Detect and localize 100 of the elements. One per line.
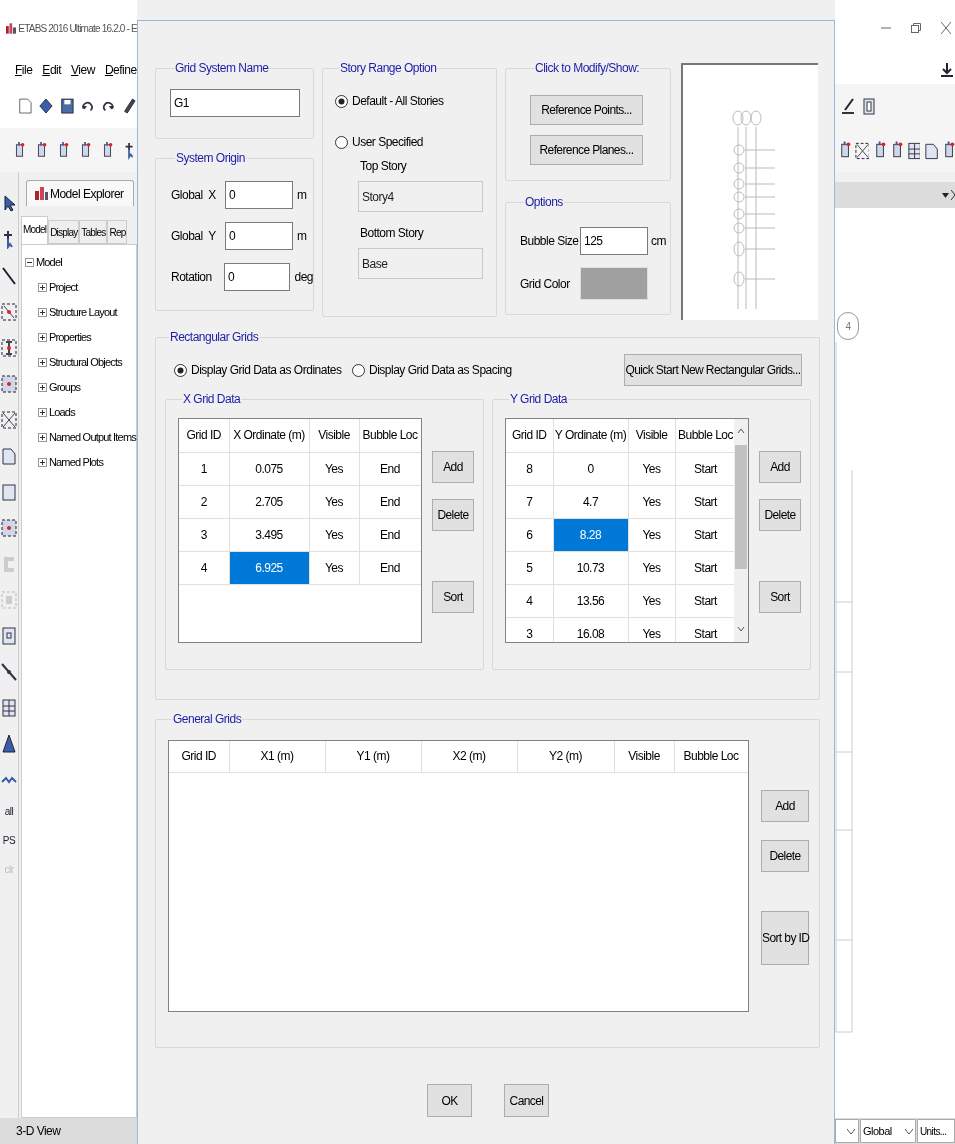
button[interactable]: Delete [432, 499, 474, 531]
menu-item[interactable]: Define [104, 61, 137, 79]
tree-item[interactable]: Structure Layout [48, 304, 117, 321]
table-cell[interactable]: 8.28 [553, 518, 628, 551]
text-field[interactable]: 0 [225, 181, 293, 209]
radio-icon[interactable] [352, 363, 365, 377]
table-cell[interactable]: 4 [179, 551, 229, 584]
dashed-frame-icon[interactable] [0, 338, 18, 357]
button[interactable]: Reference Planes... [530, 135, 643, 165]
button[interactable]: Sort [759, 581, 801, 613]
table-cell[interactable]: 5 [506, 551, 553, 584]
expand-icon[interactable] [37, 383, 47, 392]
table-cell[interactable]: 1 [179, 452, 229, 485]
dashed-frame-icon[interactable] [0, 302, 18, 321]
button[interactable]: Reference Points... [530, 95, 643, 125]
radio-icon[interactable] [335, 135, 348, 149]
column-header[interactable]: Visible [614, 741, 674, 772]
column-header[interactable]: Grid ID [169, 741, 229, 772]
expand-icon[interactable] [37, 333, 47, 342]
table-cell[interactable]: Yes [628, 584, 675, 617]
slab-icon[interactable] [0, 446, 18, 465]
table-cell[interactable]: Yes [309, 485, 359, 518]
rectangle-icon[interactable] [0, 482, 18, 501]
grid-icon[interactable] [906, 140, 921, 160]
column-header[interactable]: Visible [628, 419, 675, 452]
expand-icon[interactable] [37, 458, 47, 467]
explorer-tab[interactable]: Model Explorer [25, 180, 134, 206]
column-icon[interactable] [860, 96, 877, 116]
table-cell[interactable]: 2.705 [229, 485, 309, 518]
table-cell[interactable]: Yes [628, 617, 675, 642]
collapse-icon[interactable] [24, 258, 34, 267]
scrollbar[interactable] [734, 419, 748, 642]
table-cell[interactable]: 3 [506, 617, 553, 642]
table-cell[interactable]: 13.56 [553, 584, 628, 617]
table-cell[interactable]: 0.075 [229, 452, 309, 485]
text-field[interactable]: 0 [225, 222, 293, 250]
table-cell[interactable]: 8 [506, 452, 553, 485]
column-header[interactable]: Y Ordinate (m) [553, 419, 628, 452]
table-cell[interactable]: 4.7 [553, 485, 628, 518]
tree-item[interactable]: Named Plots [48, 454, 104, 471]
table-cell[interactable]: 2 [179, 485, 229, 518]
table-cell[interactable]: Yes [309, 551, 359, 584]
button[interactable]: OK [427, 1084, 472, 1117]
column-header[interactable]: Grid ID [179, 419, 229, 452]
explorer-tab[interactable]: Model [20, 216, 49, 244]
button[interactable]: Sort [432, 581, 474, 613]
menu-item[interactable]: View [71, 61, 95, 79]
select-tool-button[interactable]: PS [2, 835, 16, 847]
table-cell[interactable]: Yes [628, 551, 675, 584]
column-header[interactable]: X2 (m) [421, 741, 517, 772]
radio-selected-icon[interactable] [335, 94, 348, 108]
link-icon[interactable] [0, 662, 18, 681]
units-button[interactable]: Units... [917, 1119, 955, 1143]
button[interactable]: Delete [759, 499, 801, 531]
table-cell[interactable]: 6.925 [229, 551, 309, 584]
opening-icon[interactable] [0, 626, 18, 645]
table-cell[interactable]: 0 [553, 452, 628, 485]
column-header[interactable]: Visible [309, 419, 359, 452]
diamond-icon[interactable] [38, 96, 54, 116]
tree-item[interactable]: Loads [48, 404, 75, 421]
table-cell[interactable]: 10.73 [553, 551, 628, 584]
column-header[interactable]: Grid ID [506, 419, 553, 452]
table-cell[interactable]: End [359, 485, 421, 518]
table-cell[interactable]: 4 [506, 584, 553, 617]
button[interactable]: Add [761, 790, 809, 822]
select-tool-button[interactable]: all [4, 806, 14, 818]
column-header[interactable]: Y1 (m) [325, 741, 421, 772]
radio-label[interactable]: Default - All Stories [352, 92, 444, 110]
column-header[interactable]: X Ordinate (m) [229, 419, 309, 452]
table-cell[interactable]: Yes [628, 485, 675, 518]
radio-label[interactable]: Display Grid Data as Ordinates [191, 361, 342, 379]
expand-icon[interactable] [37, 358, 47, 367]
dashed-frame-icon[interactable] [0, 518, 18, 537]
restore-icon[interactable] [911, 23, 921, 33]
dropdown-arrow-icon[interactable] [942, 192, 949, 198]
button[interactable]: Sort by ID [761, 911, 809, 965]
column-header[interactable]: Bubble Loc [674, 741, 748, 772]
pen-icon[interactable] [839, 96, 856, 116]
tree-item[interactable]: Groups [48, 379, 81, 396]
menu-item[interactable]: File [15, 61, 33, 79]
coordinate-dropdown[interactable]: Global [860, 1119, 916, 1143]
table-cell[interactable]: Yes [309, 452, 359, 485]
expand-icon[interactable] [37, 408, 47, 417]
table-cell[interactable]: Yes [628, 518, 675, 551]
save-icon[interactable] [59, 96, 75, 116]
line-icon[interactable] [0, 266, 18, 285]
table-cell[interactable]: Yes [628, 452, 675, 485]
radio-label[interactable]: Display Grid Data as Spacing [369, 361, 512, 379]
table-cell[interactable]: 7 [506, 485, 553, 518]
column-header[interactable]: Y2 (m) [517, 741, 614, 772]
dropdown-field[interactable] [835, 1119, 859, 1143]
button[interactable]: Cancel [504, 1084, 549, 1117]
grid-icon[interactable] [0, 698, 18, 717]
expand-icon[interactable] [37, 283, 47, 292]
table-cell[interactable]: 3 [179, 518, 229, 551]
new-file-icon[interactable] [18, 96, 33, 116]
dashed-frame-icon[interactable] [854, 140, 869, 160]
text-field[interactable]: 0 [223, 263, 291, 291]
dashed-frame-icon[interactable] [0, 374, 18, 393]
radio-label[interactable]: User Specified [352, 133, 424, 151]
